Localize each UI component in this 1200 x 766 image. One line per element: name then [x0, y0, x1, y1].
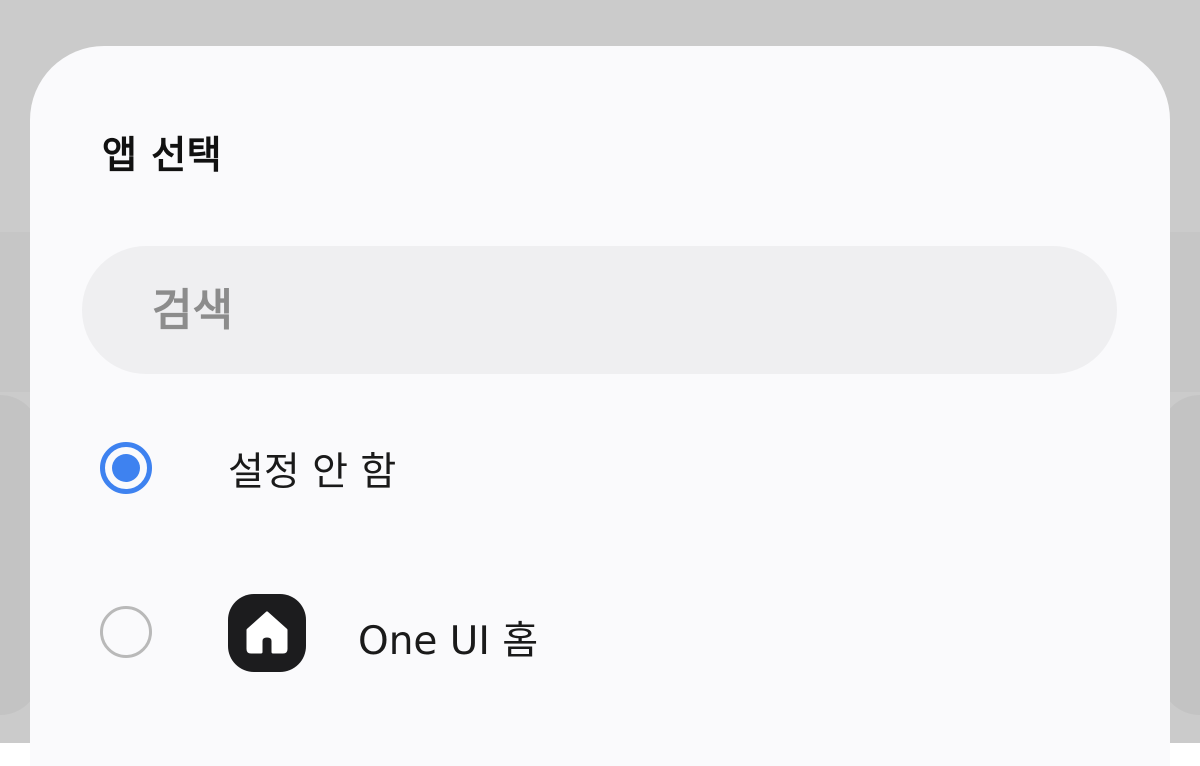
option-label: One UI 홈 — [358, 619, 539, 664]
app-picker-dialog: 앱 선택 설정 안 함 One UI 홈 — [30, 46, 1170, 766]
option-one-ui-home[interactable]: One UI 홈 — [30, 558, 1170, 708]
search-input[interactable] — [152, 246, 1052, 374]
search-bar[interactable] — [82, 246, 1117, 374]
radio-button-checked[interactable] — [100, 442, 152, 494]
radio-button-unchecked[interactable] — [100, 606, 152, 658]
home-icon — [228, 594, 306, 672]
option-none[interactable]: 설정 안 함 — [30, 394, 1170, 544]
dialog-title: 앱 선택 — [102, 133, 223, 177]
option-label: 설정 안 함 — [228, 450, 397, 495]
